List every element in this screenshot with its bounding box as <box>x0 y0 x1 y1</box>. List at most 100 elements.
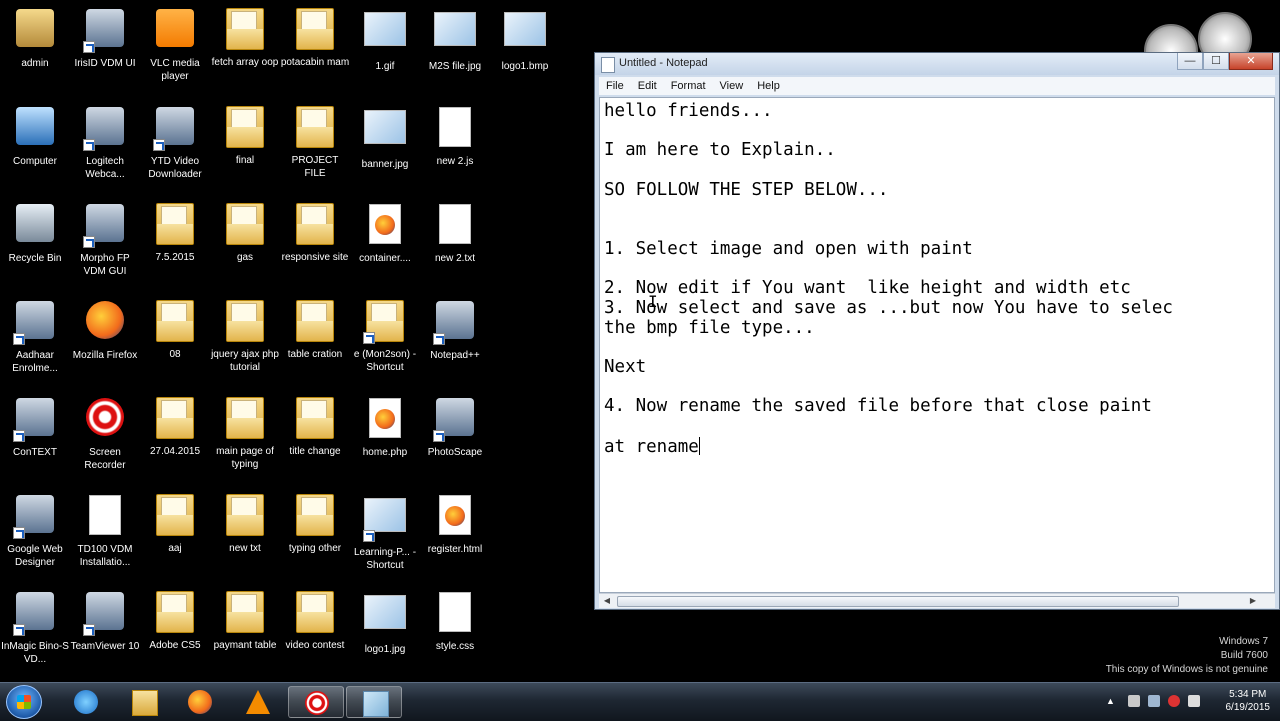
notepad-window[interactable]: Untitled - Notepad — ☐ ✕ File Edit Forma… <box>594 52 1280 610</box>
desktop-icon[interactable]: video contest <box>280 589 350 652</box>
desktop-icon[interactable]: main page of typing <box>210 395 280 471</box>
horizontal-scrollbar[interactable]: ◀ ▶ <box>599 593 1275 608</box>
scroll-left-icon[interactable]: ◀ <box>601 595 613 607</box>
menu-help[interactable]: Help <box>750 80 787 92</box>
desktop-icon-label: logo1.bmp <box>501 61 549 72</box>
desktop-icon[interactable]: Computer <box>0 104 70 168</box>
desktop-icon[interactable]: potacabin mam <box>280 6 350 69</box>
folder-icon <box>293 300 337 344</box>
editor-line-text: Next <box>604 356 647 377</box>
desktop-icon[interactable]: Notepad++ <box>420 298 490 362</box>
desktop-icon-label: title change <box>289 446 341 457</box>
shortcut-arrow-icon <box>13 333 25 345</box>
desktop-icon[interactable]: Logitech Webca... <box>70 104 140 181</box>
desktop-icon[interactable]: responsive site <box>280 201 350 264</box>
menu-format[interactable]: Format <box>664 80 713 92</box>
desktop-icon[interactable]: Recycle Bin <box>0 201 70 265</box>
action-center-icon[interactable] <box>1148 695 1160 707</box>
desktop-icon[interactable]: aaj <box>140 492 210 555</box>
desktop-icon[interactable]: Mozilla Firefox <box>70 298 140 362</box>
desktop-icon[interactable]: YTD Video Downloader <box>140 104 210 181</box>
desktop-icon[interactable]: 1.gif <box>350 6 420 73</box>
desktop-icon-label: Logitech Webca... <box>85 156 125 180</box>
network-icon[interactable] <box>1128 695 1140 707</box>
clock[interactable]: 5:34 PM 6/19/2015 <box>1226 688 1271 714</box>
menu-edit[interactable]: Edit <box>631 80 664 92</box>
desktop-icon[interactable]: title change <box>280 395 350 458</box>
desktop-icon[interactable]: Aadhaar Enrolme... <box>0 298 70 375</box>
desktop-icon[interactable]: 08 <box>140 298 210 361</box>
desktop-icon[interactable]: PROJECT FILE <box>280 104 350 180</box>
taskbar-notepad[interactable] <box>346 686 402 718</box>
scroll-thumb[interactable] <box>617 596 1179 607</box>
start-button[interactable] <box>6 685 42 719</box>
taskbar: ▲ 5:34 PM 6/19/2015 <box>0 682 1280 721</box>
desktop-icon[interactable]: Google Web Designer <box>0 492 70 569</box>
desktop-icon[interactable]: logo1.bmp <box>490 6 560 73</box>
desktop-icon[interactable]: TeamViewer 10 <box>70 589 140 653</box>
desktop-icon[interactable]: typing other <box>280 492 350 555</box>
image-icon <box>363 110 407 154</box>
desktop-icon[interactable]: logo1.jpg <box>350 589 420 656</box>
desktop-icon[interactable]: 7.5.2015 <box>140 201 210 264</box>
desktop-icon[interactable]: jquery ajax php tutorial <box>210 298 280 374</box>
desktop-icon[interactable]: container.... <box>350 201 420 265</box>
desktop-icon[interactable]: gas <box>210 201 280 264</box>
editor-line: 3. Now select and save as ...but now You… <box>604 298 1260 319</box>
desktop-icon[interactable]: Screen Recorder <box>70 395 140 472</box>
security-icon[interactable] <box>1168 695 1180 707</box>
editor-line-text: 4. Now rename the saved file before that… <box>604 396 1152 417</box>
desktop-gadget[interactable] <box>1140 10 1280 78</box>
minimize-button[interactable]: — <box>1177 53 1203 70</box>
taskbar-firefox[interactable] <box>172 686 228 718</box>
show-hidden-icons-icon[interactable]: ▲ <box>1106 695 1118 707</box>
scroll-right-icon[interactable]: ▶ <box>1247 595 1259 607</box>
desktop-icon[interactable]: paymant table <box>210 589 280 652</box>
close-button[interactable]: ✕ <box>1229 53 1273 70</box>
folder-icon <box>363 300 407 344</box>
taskbar-vlc[interactable] <box>230 686 286 718</box>
desktop-icon[interactable]: final <box>210 104 280 167</box>
taskbar-screen-recorder[interactable] <box>288 686 344 718</box>
watermark-os: Windows 7 <box>1219 636 1268 647</box>
editor-text: hello friends... I am here to Explain.. SO… <box>604 101 1260 456</box>
desktop-icon[interactable]: ConTEXT <box>0 395 70 459</box>
desktop-icon[interactable]: Learning-P... - Shortcut <box>350 492 420 572</box>
desktop-icon[interactable]: new txt <box>210 492 280 555</box>
folder-icon <box>153 300 197 344</box>
desktop-icon[interactable]: register.html <box>420 492 490 556</box>
desktop-icon[interactable]: Morpho FP VDM GUI <box>70 201 140 278</box>
desktop-icon[interactable]: banner.jpg <box>350 104 420 171</box>
notepad-titlebar[interactable]: Untitled - Notepad — ☐ ✕ <box>595 53 1279 75</box>
desktop-icon[interactable]: VLC media player <box>140 6 210 83</box>
desktop-icon[interactable]: M2S file.jpg <box>420 6 490 73</box>
desktop-icon[interactable]: table cration <box>280 298 350 361</box>
desktop-icon-label: ConTEXT <box>13 447 57 458</box>
desktop-icon[interactable]: 27.04.2015 <box>140 395 210 458</box>
maximize-button[interactable]: ☐ <box>1203 53 1229 70</box>
folder-icon <box>153 494 197 538</box>
desktop-icon[interactable]: home.php <box>350 395 420 459</box>
desktop-icon[interactable]: e (Mon2son) - Shortcut <box>350 298 420 374</box>
desktop-icon[interactable]: TD100 VDM Installatio... <box>70 492 140 569</box>
menu-view[interactable]: View <box>713 80 751 92</box>
desktop-icon[interactable]: Adobe CS5 <box>140 589 210 652</box>
folder-icon <box>223 591 267 635</box>
notepad-icon <box>601 57 615 73</box>
shortcut-arrow-icon <box>363 332 375 344</box>
volume-icon[interactable] <box>1188 695 1200 707</box>
desktop-icon-label: Learning-P... - Shortcut <box>353 547 417 571</box>
text-editor-area[interactable]: hello friends... I am here to Explain.. SO… <box>599 97 1275 593</box>
desktop-icon[interactable]: InMagic Bino-S VD... <box>0 589 70 666</box>
taskbar-ie[interactable] <box>58 686 114 718</box>
desktop-icon[interactable]: IrisID VDM UI <box>70 6 140 70</box>
desktop-icon[interactable]: new 2.txt <box>420 201 490 265</box>
desktop-icon[interactable]: style.css <box>420 589 490 653</box>
desktop-icon[interactable]: PhotoScape <box>420 395 490 459</box>
menu-file[interactable]: File <box>599 80 631 92</box>
desktop-icon[interactable]: new 2.js <box>420 104 490 168</box>
desktop-icon[interactable]: admin <box>0 6 70 70</box>
taskbar-explorer[interactable] <box>116 686 172 718</box>
desktop-icon[interactable]: fetch array oop <box>210 6 280 69</box>
